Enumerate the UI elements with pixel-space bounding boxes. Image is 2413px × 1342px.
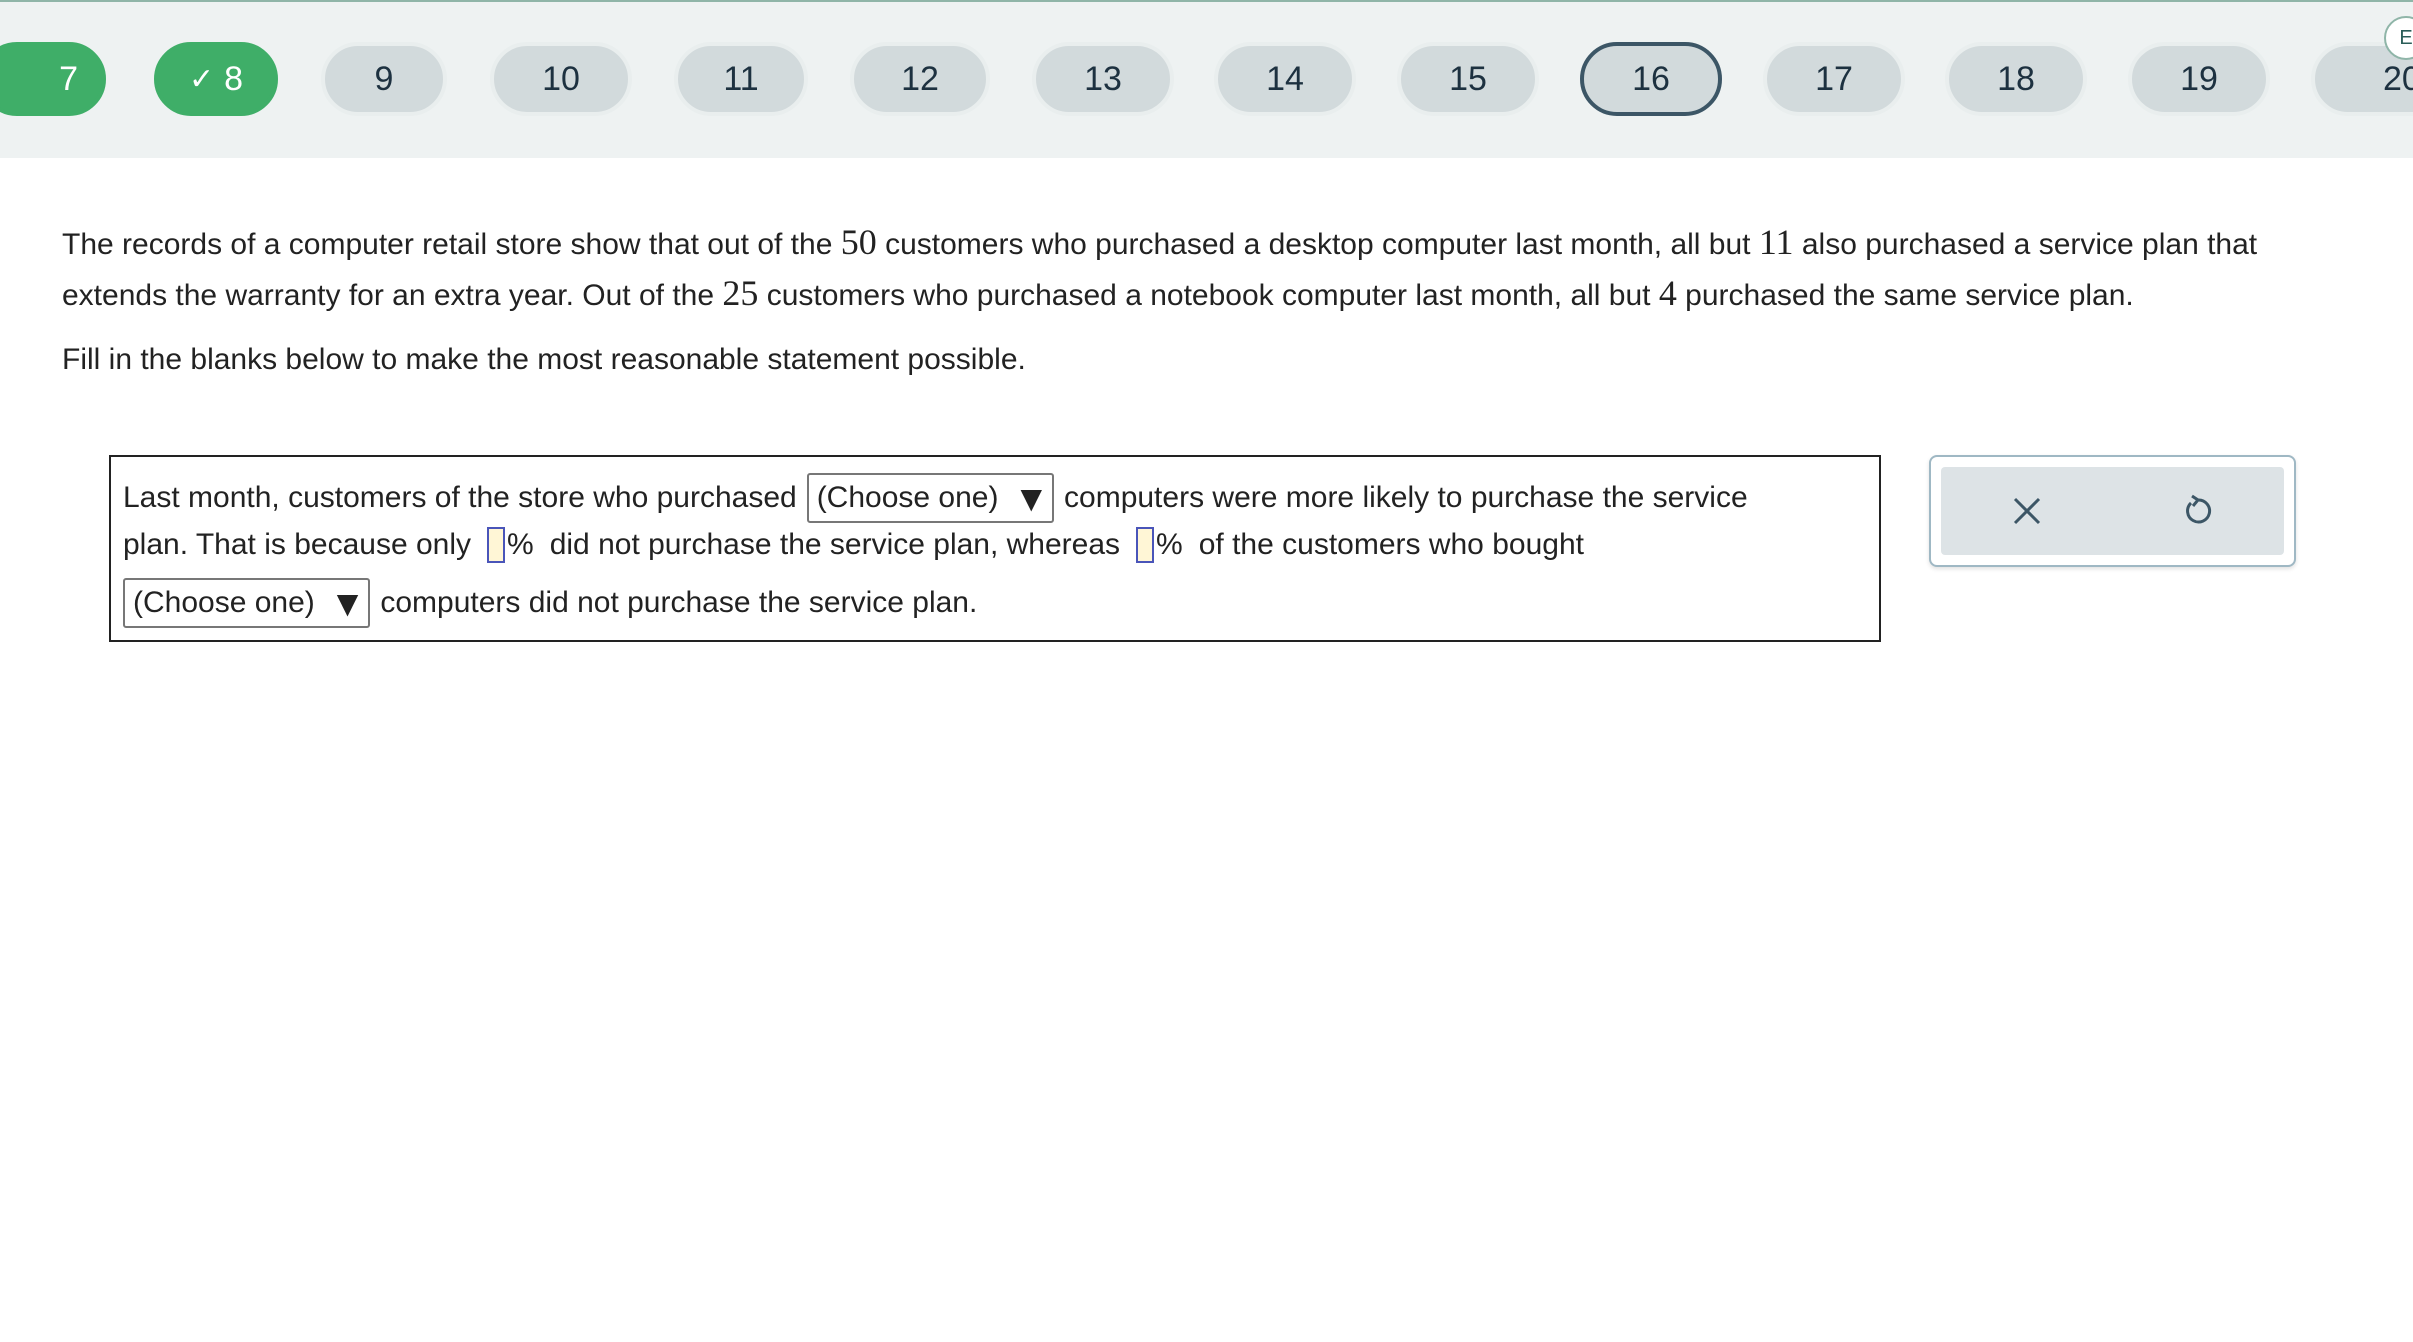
question-pill-12[interactable]: 12 xyxy=(850,42,990,116)
question-pill-15[interactable]: 15 xyxy=(1397,42,1539,116)
question-number: 7 xyxy=(59,59,78,98)
question-number: 14 xyxy=(1266,59,1304,98)
question-number: 10 xyxy=(542,59,580,98)
percent-input-2[interactable] xyxy=(1136,527,1155,563)
number-4: 4 xyxy=(1658,273,1677,313)
question-pill-14[interactable]: 14 xyxy=(1214,42,1356,116)
question-number: 19 xyxy=(2180,59,2218,98)
computer-type-select-1[interactable]: (Choose one) ▼ xyxy=(806,473,1055,523)
check-icon: ✓ xyxy=(188,62,215,96)
question-number: 11 xyxy=(723,59,759,98)
undo-button[interactable] xyxy=(2113,467,2285,555)
percent-input-1[interactable] xyxy=(487,527,506,563)
question-pill-8[interactable]: ✓ 8 xyxy=(154,42,278,116)
question-number: 9 xyxy=(374,59,394,98)
question-pill-9[interactable]: 9 xyxy=(321,42,447,116)
clear-answer-button[interactable] xyxy=(1941,467,2113,555)
question-number: 8 xyxy=(224,59,244,98)
question-pill-7[interactable]: 7 xyxy=(0,42,106,116)
dropdown-arrow-icon: ▼ xyxy=(336,586,359,620)
question-number: 18 xyxy=(1997,59,2035,98)
question-pill-18[interactable]: 18 xyxy=(1945,42,2087,116)
answer-tools xyxy=(1941,467,2284,555)
answer-line-2: plan. That is because only % did not pur… xyxy=(123,527,1584,563)
question-number: 16 xyxy=(1632,59,1670,98)
undo-icon xyxy=(2186,494,2212,524)
question-number: 13 xyxy=(1084,59,1122,98)
answer-box: Last month, customers of the store who p… xyxy=(109,455,1881,642)
answer-tools-panel xyxy=(1929,455,2296,567)
question-pill-19[interactable]: 19 xyxy=(2128,42,2270,116)
question-number: 15 xyxy=(1449,59,1487,98)
number-25: 25 xyxy=(722,273,759,313)
problem-paragraph: The records of a computer retail store s… xyxy=(62,222,2258,313)
answer-line-1: Last month, customers of the store who p… xyxy=(123,473,1748,523)
answer-line-3: (Choose one) ▼ computers did not purchas… xyxy=(123,578,977,628)
question-pill-13[interactable]: 13 xyxy=(1032,42,1174,116)
problem-statement: The records of a computer retail store s… xyxy=(62,218,2362,384)
computer-type-select-2[interactable]: (Choose one) ▼ xyxy=(123,578,371,628)
close-icon xyxy=(2013,497,2040,525)
question-number: 20 xyxy=(2383,59,2413,98)
question-pill-10[interactable]: 10 xyxy=(490,42,632,116)
question-pill-17[interactable]: 17 xyxy=(1763,42,1905,116)
instruction-text: Fill in the blanks below to make the mos… xyxy=(62,343,1026,376)
question-pill-11[interactable]: 11 xyxy=(674,42,808,116)
number-50: 50 xyxy=(840,222,877,262)
question-number: 17 xyxy=(1815,59,1853,98)
question-navigation-bar: 7 ✓ 8 9 10 11 12 13 14 15 16 17 18 19 20… xyxy=(0,0,2413,158)
dropdown-arrow-icon: ▼ xyxy=(1020,481,1043,515)
number-11: 11 xyxy=(1758,222,1794,262)
question-number: 12 xyxy=(901,59,939,98)
question-pill-16[interactable]: 16 xyxy=(1580,42,1722,116)
